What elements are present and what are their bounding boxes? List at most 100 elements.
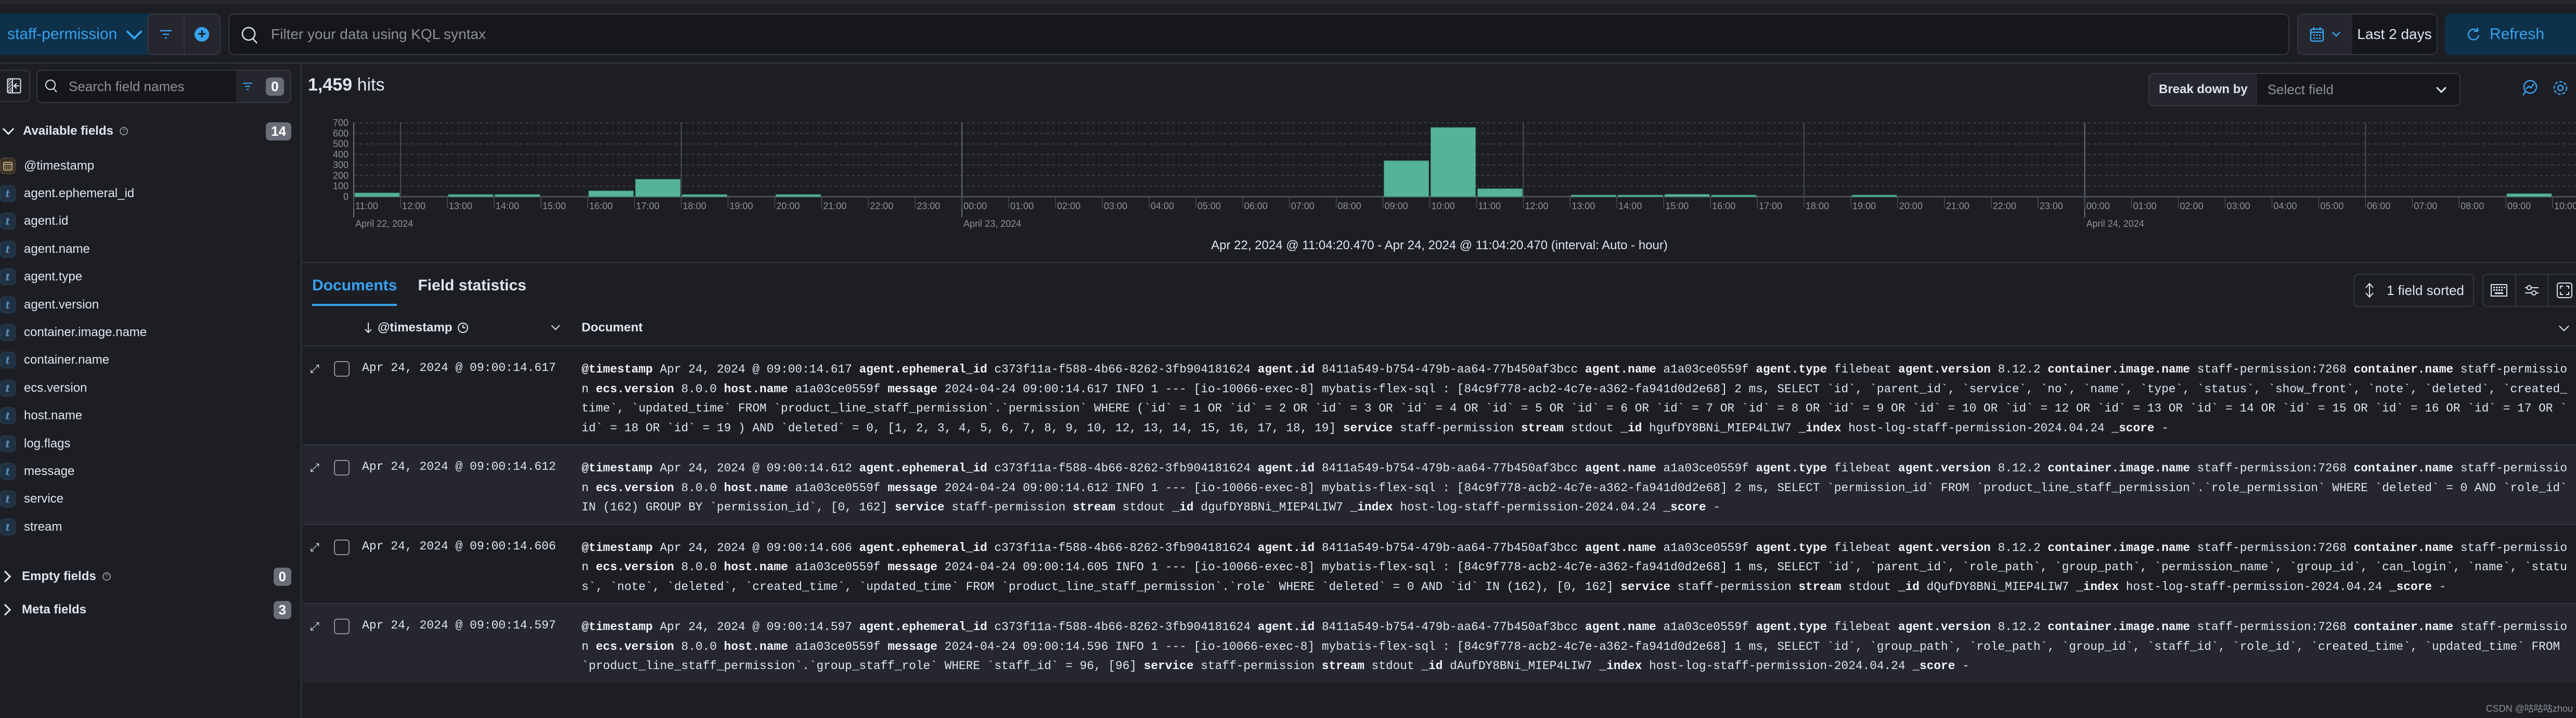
keyboard-shortcuts-button[interactable] — [2483, 275, 2516, 306]
quick-date-menu-button[interactable] — [2298, 15, 2352, 54]
document-column-header[interactable]: Document — [582, 320, 642, 335]
expand-row-icon[interactable]: ⤢ — [310, 461, 319, 475]
tab-field-statistics[interactable]: Field statistics — [418, 277, 526, 306]
doc-field-value: 8.12.2 — [1998, 541, 2041, 555]
expand-row-icon[interactable]: ⤢ — [310, 362, 319, 376]
breakdown-placeholder: Select field — [2267, 81, 2334, 97]
doc-field-value: dgufDY8BNi_MIEP4LIW7 — [1201, 501, 1343, 514]
field-item[interactable]: t ecs.version — [0, 374, 291, 402]
doc-field-value: host-log-staff-permission-2024.04.24 — [1649, 659, 1905, 673]
text-field-icon: t — [0, 324, 16, 341]
refresh-button[interactable]: Refresh — [2445, 14, 2576, 55]
date-range-label: Last 2 days — [2357, 26, 2432, 42]
sort-fields-button[interactable]: 1 field sorted — [2353, 274, 2474, 307]
row-timestamp: Apr 24, 2024 @ 09:00:14.597 — [362, 619, 556, 632]
field-item[interactable]: t host.name — [0, 402, 291, 430]
breakdown-field-select[interactable]: Select field — [2257, 74, 2459, 105]
field-type-filter-button[interactable]: 0 — [236, 71, 290, 102]
empty-fields-count: 0 — [273, 567, 291, 586]
row-select-checkbox[interactable] — [334, 539, 350, 555]
hits-counter: 1,459 hits — [308, 75, 384, 95]
histogram-bar — [1384, 160, 1429, 197]
x-tick-label: 22:00 — [1993, 201, 2016, 211]
x-tick-label: 04:00 — [2273, 201, 2297, 211]
doc-field-key: agent.version — [1898, 363, 1991, 376]
expand-row-icon[interactable]: ⤢ — [310, 541, 319, 554]
display-settings-button[interactable] — [2516, 275, 2549, 306]
main-panel: 1,459 hits Break down by Select field 01… — [303, 65, 2576, 718]
doc-field-key: @timestamp — [582, 541, 653, 555]
field-item[interactable]: t agent.id — [0, 208, 291, 235]
histogram-bar — [495, 194, 540, 197]
date-range-display[interactable]: Last 2 days — [2352, 15, 2437, 54]
row-document: @timestamp Apr 24, 2024 @ 09:00:14.617 a… — [582, 360, 2576, 438]
collapse-sidebar-button[interactable] — [0, 70, 30, 102]
fullscreen-button[interactable] — [2548, 275, 2576, 306]
doc-field-value: filebeat — [1834, 620, 1891, 634]
x-tick-label: 17:00 — [636, 201, 660, 211]
kql-search-input[interactable]: Filter your data using KQL syntax — [228, 14, 2289, 55]
doc-field-value: dQufDY8BNi_MIEP4LIW7 — [1926, 580, 2069, 594]
histogram-bar — [1617, 195, 1663, 197]
doc-field-key: container.name — [2353, 620, 2454, 634]
field-item[interactable]: t agent.name — [0, 235, 291, 263]
x-tick-label: 00:00 — [963, 201, 987, 211]
doc-field-value: filebeat — [1834, 461, 1891, 475]
histogram-bar — [1851, 195, 1897, 197]
x-tick-label: 03:00 — [1104, 201, 1127, 211]
text-field-icon: t — [0, 240, 16, 258]
field-item[interactable]: t log.flags — [0, 430, 291, 457]
column-options-chevron-icon[interactable] — [2559, 321, 2569, 331]
x-tick-label: 10:00 — [1432, 201, 1455, 211]
field-item[interactable]: t agent.ephemeral_id — [0, 179, 291, 207]
meta-fields-toggle[interactable]: Meta fields 3 — [0, 599, 291, 620]
empty-fields-toggle[interactable]: Empty fields ? 0 — [0, 566, 291, 587]
x-tick-label: 14:00 — [496, 201, 519, 211]
doc-field-value: - — [1962, 659, 1969, 673]
doc-field-value: staff-permission — [1201, 659, 1315, 673]
help-icon[interactable]: ? — [102, 572, 111, 581]
filter-menu-button[interactable] — [148, 15, 185, 54]
row-document: @timestamp Apr 24, 2024 @ 09:00:14.606 a… — [582, 538, 2576, 597]
doc-field-value: 8.0.0 — [681, 639, 717, 653]
field-item[interactable]: t message — [0, 457, 291, 485]
help-icon[interactable]: ? — [119, 127, 128, 135]
field-item[interactable]: t service — [0, 485, 291, 513]
text-field-icon: t — [0, 407, 16, 425]
field-item[interactable]: t container.image.name — [0, 318, 291, 346]
histogram-actions — [2522, 79, 2569, 97]
field-search-input[interactable]: Search field names 0 — [36, 70, 291, 103]
histogram-bar — [775, 194, 821, 197]
doc-field-value: 8.12.2 — [1998, 620, 2041, 634]
available-fields-toggle[interactable]: Available fields ? 14 — [0, 121, 291, 142]
table-row: ⤢ Apr 24, 2024 @ 09:00:14.612 @timestamp A… — [303, 444, 2576, 524]
data-view-picker[interactable]: staff-permission — [0, 14, 161, 55]
section-divider — [303, 262, 2576, 263]
x-tick-label: 19:00 — [1852, 201, 1876, 211]
gear-icon[interactable] — [2552, 79, 2569, 97]
row-document: @timestamp Apr 24, 2024 @ 09:00:14.612 a… — [582, 459, 2576, 518]
field-item[interactable]: t stream — [0, 513, 291, 541]
expand-row-icon[interactable]: ⤢ — [310, 620, 319, 633]
visualize-icon[interactable] — [2522, 79, 2539, 97]
doc-field-value: 8.12.2 — [1998, 363, 2041, 376]
row-select-checkbox[interactable] — [334, 361, 350, 377]
x-tick-label: 23:00 — [2040, 201, 2063, 211]
doc-field-key: _score — [2389, 580, 2432, 594]
doc-field-key: agent.id — [1257, 461, 1315, 475]
text-field-icon: t — [0, 518, 16, 535]
row-select-checkbox[interactable] — [334, 619, 350, 634]
document-table: ⤢ Apr 24, 2024 @ 09:00:14.617 @timestamp A… — [303, 345, 2576, 683]
row-select-checkbox[interactable] — [334, 460, 350, 476]
tab-documents[interactable]: Documents — [312, 277, 397, 306]
row-timestamp: Apr 24, 2024 @ 09:00:14.606 — [362, 539, 556, 553]
field-item[interactable]: t agent.version — [0, 291, 291, 318]
field-item[interactable]: t container.name — [0, 347, 291, 374]
field-item[interactable]: t agent.type — [0, 263, 291, 291]
add-filter-button[interactable]: + — [185, 15, 220, 54]
column-menu-chevron-icon[interactable] — [551, 321, 560, 330]
field-item[interactable]: @timestamp — [0, 152, 291, 179]
doc-field-key: container.image.name — [2047, 363, 2190, 376]
timestamp-column-header[interactable]: @timestamp — [364, 320, 469, 335]
doc-field-key: _index — [1350, 501, 1393, 514]
